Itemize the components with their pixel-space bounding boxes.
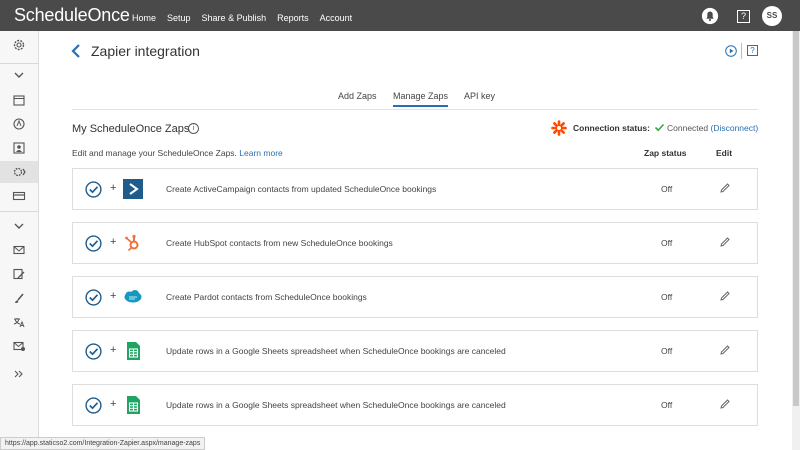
edit-pencil-icon[interactable] [719, 236, 731, 248]
header-divider [741, 43, 742, 59]
play-video-icon[interactable] [725, 45, 737, 57]
sidebar-booking-page-icon[interactable] [0, 113, 38, 135]
activecampaign-icon [123, 179, 143, 199]
sidebar-settings-icon[interactable] [0, 34, 38, 56]
top-navbar: ScheduleOnce Home Setup Share & Publish … [0, 0, 800, 31]
tab-manage-zaps[interactable]: Manage Zaps [393, 91, 449, 107]
hubspot-icon [125, 234, 139, 252]
sidebar-form-edit-icon[interactable] [0, 263, 38, 285]
google-sheets-icon [127, 342, 140, 360]
plus-icon: + [110, 182, 117, 194]
sidebar-divider [0, 211, 38, 212]
sidebar-mail-settings-icon[interactable] [0, 335, 38, 357]
zap-status: Off [661, 400, 673, 410]
zap-row: + Create Pardot contacts from ScheduleOn… [72, 276, 758, 318]
edit-pencil-icon[interactable] [719, 290, 731, 302]
connection-status-label: Connection status: [573, 123, 650, 133]
nav-home[interactable]: Home [132, 0, 156, 31]
section-title: My ScheduleOnce Zaps [72, 123, 190, 135]
plus-icon: + [110, 344, 117, 356]
tab-bar: Add Zaps Manage Zaps API key [72, 86, 758, 110]
section-description: Edit and manage your ScheduleOnce Zaps. … [72, 148, 283, 158]
nav-account[interactable]: Account [320, 0, 353, 31]
sidebar-calendar-icon[interactable] [0, 89, 38, 111]
sidebar-integrations-icon[interactable] [0, 161, 38, 183]
sidebar-collapse-chevron-icon[interactable] [0, 64, 38, 86]
learn-more-link[interactable]: Learn more [239, 148, 282, 158]
help-icon[interactable]: ? [747, 45, 758, 56]
nav-share-publish[interactable]: Share & Publish [202, 0, 267, 31]
zap-status: Off [661, 346, 673, 356]
zap-enabled-check-icon[interactable] [85, 343, 102, 360]
connection-value: Connected [667, 123, 709, 133]
page-title: Zapier integration [91, 43, 200, 59]
column-header-edit: Edit [716, 148, 733, 158]
sidebar [0, 31, 39, 450]
edit-pencil-icon[interactable] [719, 344, 731, 356]
plus-icon: + [110, 236, 117, 248]
help-icon[interactable]: ? [737, 9, 750, 23]
description-text: Edit and manage your ScheduleOnce Zaps. [72, 148, 237, 158]
back-arrow-icon[interactable] [70, 43, 82, 59]
scrollbar-thumb[interactable] [793, 31, 799, 406]
zap-enabled-check-icon[interactable] [85, 289, 102, 306]
connection-status: Connected (Disconnect) [667, 123, 758, 133]
zap-description[interactable]: Update rows in a Google Sheets spreadshe… [166, 346, 506, 356]
tab-add-zaps[interactable]: Add Zaps [338, 91, 377, 101]
nav-reports[interactable]: Reports [277, 0, 309, 31]
salesforce-pardot-icon [124, 290, 142, 303]
avatar[interactable]: SS [762, 6, 782, 26]
zap-row: + Create HubSpot contacts from new Sched… [72, 222, 758, 264]
notification-bell-icon[interactable] [701, 7, 719, 25]
sidebar-email-icon[interactable] [0, 239, 38, 261]
column-header-zap-status: Zap status [644, 148, 687, 158]
plus-icon: + [110, 398, 117, 410]
tab-api-key[interactable]: API key [464, 91, 495, 101]
zap-description[interactable]: Update rows in a Google Sheets spreadshe… [166, 400, 506, 410]
zap-enabled-check-icon[interactable] [85, 397, 102, 414]
zap-enabled-check-icon[interactable] [85, 235, 102, 252]
zap-description[interactable]: Create Pardot contacts from ScheduleOnce… [166, 292, 367, 302]
zapier-icon [551, 120, 567, 136]
app-logo[interactable]: ScheduleOnce [14, 5, 130, 26]
sidebar-expand-icon[interactable] [0, 363, 38, 385]
disconnect-link[interactable]: (Disconnect) [711, 123, 759, 133]
edit-pencil-icon[interactable] [719, 182, 731, 194]
zap-enabled-check-icon[interactable] [85, 181, 102, 198]
zap-row: + Create ActiveCampaign contacts from up… [72, 168, 758, 210]
nav-setup[interactable]: Setup [167, 0, 191, 31]
zap-row: + Update rows in a Google Sheets spreads… [72, 330, 758, 372]
connected-check-icon [654, 123, 665, 132]
zap-description[interactable]: Create HubSpot contacts from new Schedul… [166, 238, 393, 248]
zap-row: + Update rows in a Google Sheets spreads… [72, 384, 758, 426]
info-icon[interactable]: i [188, 123, 199, 134]
zap-status: Off [661, 292, 673, 302]
sidebar-user-icon[interactable] [0, 137, 38, 159]
sidebar-brush-icon[interactable] [0, 287, 38, 309]
edit-pencil-icon[interactable] [719, 398, 731, 410]
zap-status: Off [661, 238, 673, 248]
zap-status: Off [661, 184, 673, 194]
google-sheets-icon [127, 396, 140, 414]
sidebar-language-icon[interactable] [0, 311, 38, 333]
browser-status-url: https://app.staticso2.com/Integration-Za… [0, 437, 206, 450]
topbar-actions: ? SS [701, 6, 782, 26]
main-nav: Home Setup Share & Publish Reports Accou… [132, 0, 363, 31]
plus-icon: + [110, 290, 117, 302]
zap-description[interactable]: Create ActiveCampaign contacts from upda… [166, 184, 436, 194]
sidebar-collapse-chevron-icon[interactable] [0, 215, 38, 237]
sidebar-billing-card-icon[interactable] [0, 185, 38, 207]
